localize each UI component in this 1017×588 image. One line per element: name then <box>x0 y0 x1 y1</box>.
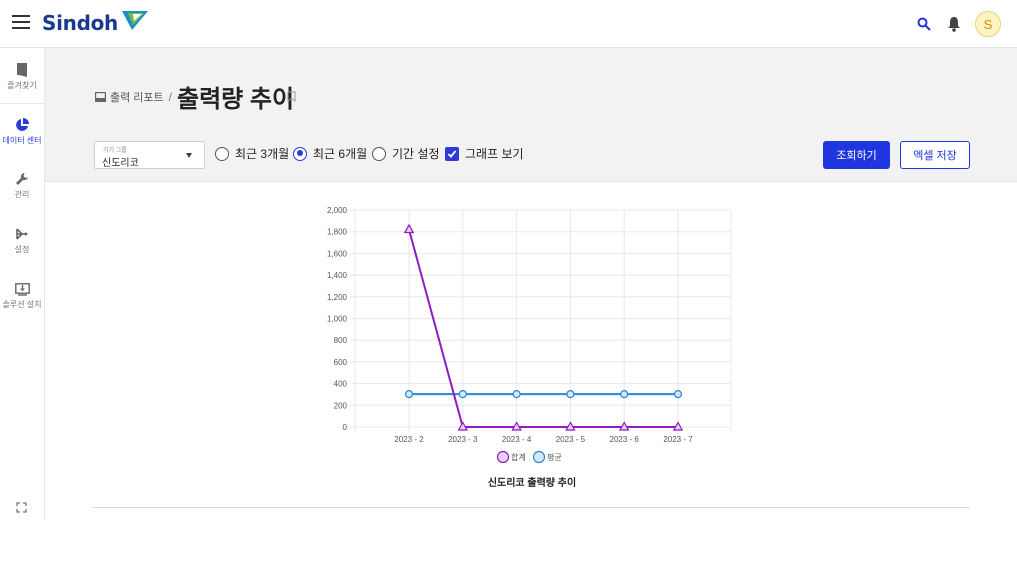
data-point-average <box>458 390 467 399</box>
sidebar-item-solution-install[interactable]: 솔루션 설치 <box>0 269 44 323</box>
option-label: 최근 6개월 <box>313 147 368 161</box>
install-icon <box>14 282 30 296</box>
top-bar: Sindoh S <box>0 0 1017 48</box>
y-tick-label: 800 <box>334 336 348 345</box>
logo-mark-icon <box>122 11 148 30</box>
option-custom-period[interactable]: 기간 설정 <box>372 145 440 162</box>
y-tick-label: 1,800 <box>327 228 348 237</box>
data-point-average <box>620 390 629 399</box>
option-last-6-months[interactable]: 최근 6개월 <box>293 145 367 162</box>
bell-icon[interactable] <box>945 15 963 33</box>
sidebar-item-favorites[interactable]: 즐겨찾기 <box>0 50 44 104</box>
sidebar-item-settings[interactable]: 설정 <box>0 214 44 268</box>
excel-export-button[interactable]: 엑셀 저장 <box>900 141 970 169</box>
avatar[interactable]: S <box>975 11 1001 37</box>
x-tick-label: 2023 - 5 <box>556 435 586 444</box>
legend-swatch <box>532 450 546 464</box>
select-value: 신도리코 <box>102 158 139 169</box>
chart-area: 0 200 400 600 800 1,000 1,200 1,400 1,600 1,800 2,… <box>45 182 1017 512</box>
data-point-average <box>673 390 683 399</box>
fullscreen-icon[interactable] <box>16 498 27 517</box>
x-tick-label: 2023 - 6 <box>610 435 640 444</box>
select-label: 기기 그룹 <box>103 148 127 154</box>
sidebar-item-label: 설정 <box>14 245 30 254</box>
legend-label: 평균 <box>547 452 562 462</box>
search-button[interactable]: 조회하기 <box>823 141 890 169</box>
legend-label: 합계 <box>511 452 526 462</box>
report-icon <box>95 91 106 102</box>
page-title: 출력량 추이 <box>177 86 295 113</box>
y-tick-label: 1,000 <box>327 315 348 324</box>
y-tick-label: 400 <box>334 380 348 389</box>
bookmark-add-icon[interactable] <box>287 87 296 106</box>
x-tick-label: 2023 - 3 <box>448 435 478 444</box>
sidebar-item-label: 솔루션 설치 <box>2 299 42 309</box>
x-tick-label: 2023 - 2 <box>394 435 424 444</box>
search-icon[interactable] <box>915 15 933 33</box>
y-tick-label: 600 <box>334 358 348 367</box>
pie-chart-icon <box>16 118 29 131</box>
sidebar-item-label: 즐겨찾기 <box>7 81 37 90</box>
logo[interactable]: Sindoh <box>42 10 150 36</box>
line-chart: 0 200 400 600 800 1,000 1,200 1,400 1,600 1,800 2,… <box>327 206 732 489</box>
sidebar-item-data-center[interactable]: 데이터 센터 <box>0 105 44 159</box>
breadcrumb-parent[interactable]: 출력 리포트 <box>110 89 164 105</box>
option-label: 그래프 보기 <box>465 147 524 161</box>
series-line-total <box>408 229 678 428</box>
device-group-select[interactable]: 기기 그룹 신도리코 <box>94 141 205 169</box>
checkbox-checked[interactable] <box>445 146 459 161</box>
breadcrumb: 출력 리포트 / 출력량 추이 <box>95 79 294 114</box>
data-point-total <box>403 223 415 234</box>
option-last-3-months[interactable]: 최근 3개월 <box>215 145 289 162</box>
chevron-down-icon <box>186 153 192 158</box>
radio-button[interactable] <box>372 146 386 161</box>
y-tick-label: 0 <box>343 423 348 432</box>
x-tick-label: 2023 - 7 <box>663 435 693 444</box>
sidebar-item-label: 관리 <box>14 190 30 199</box>
option-show-graph[interactable]: 그래프 보기 <box>445 145 524 162</box>
breadcrumb-separator: / <box>168 89 172 104</box>
wrench-icon <box>16 173 28 185</box>
sidebar-item-manage[interactable]: 관리 <box>0 159 44 213</box>
y-tick-label: 200 <box>334 401 348 410</box>
option-label: 기간 설정 <box>392 147 440 161</box>
data-point-average <box>512 390 521 399</box>
legend-swatch <box>496 450 510 464</box>
settings-flow-icon <box>16 228 28 240</box>
check-icon <box>447 149 457 158</box>
logo-text: Sindoh <box>42 11 118 35</box>
divider <box>93 507 970 508</box>
menu-icon[interactable] <box>12 15 30 29</box>
data-point-average <box>566 390 575 399</box>
option-label: 최근 3개월 <box>235 147 290 161</box>
y-tick-label: 2,000 <box>327 206 348 215</box>
y-tick-label: 1,600 <box>327 249 348 258</box>
top-icons: S <box>915 11 1001 37</box>
x-tick-label: 2023 - 4 <box>502 435 532 444</box>
sidebar-item-label: 데이터 센터 <box>2 136 42 145</box>
filter-row: 기기 그룹 신도리코 최근 3개월 최근 6개월 기간 설정 그래프 보기 조회… <box>94 141 971 171</box>
chart-title: 신도리코 출력량 추이 <box>488 476 576 489</box>
bookmark-icon <box>17 63 27 77</box>
sidebar: 즐겨찾기 데이터 센터 관리 설정 솔루션 설치 <box>0 48 45 520</box>
data-point-average <box>404 390 414 399</box>
y-tick-label: 1,200 <box>327 293 348 302</box>
sidebar-divider <box>0 103 44 104</box>
page-header: 출력 리포트 / 출력량 추이 기기 그룹 신도리코 최근 3개월 최근 6개월… <box>45 48 1017 182</box>
radio-button-selected[interactable] <box>293 146 307 161</box>
y-tick-label: 1,400 <box>327 271 348 280</box>
radio-button[interactable] <box>215 146 229 161</box>
